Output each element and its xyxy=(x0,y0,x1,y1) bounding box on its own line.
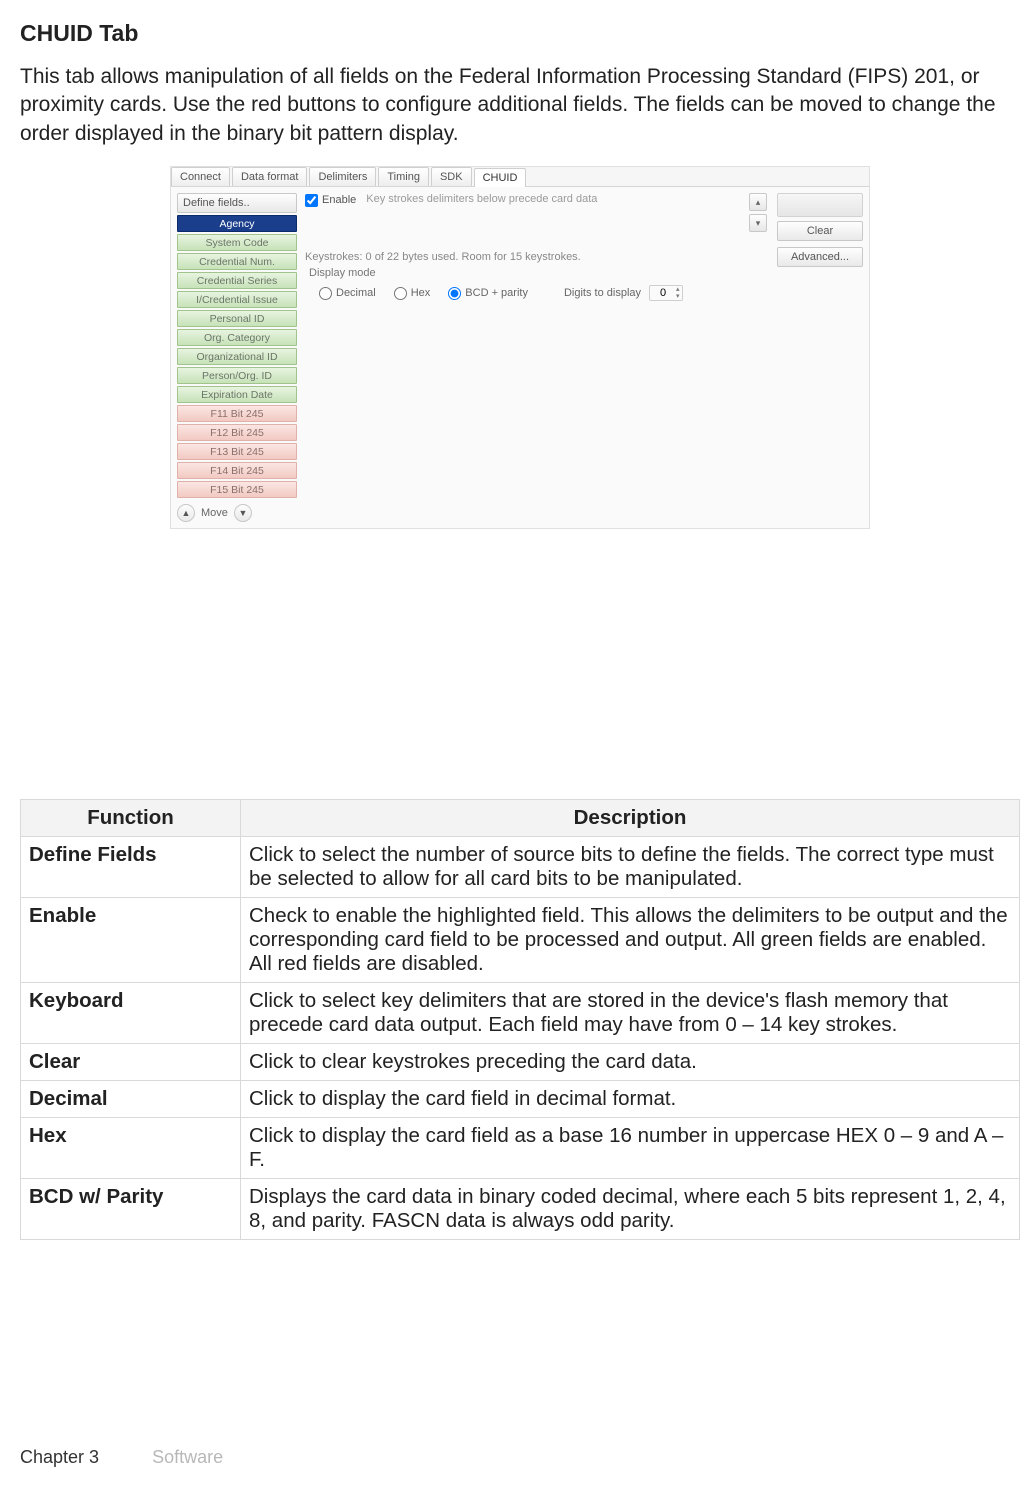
tab-chuid[interactable]: CHUID xyxy=(474,168,527,187)
th-description: Description xyxy=(241,800,1020,837)
field-person-org-id[interactable]: Person/Org. ID xyxy=(177,367,297,384)
cell-desc: Click to clear keystrokes preceding the … xyxy=(241,1044,1020,1081)
cell-desc: Click to select key delimiters that are … xyxy=(241,983,1020,1044)
tab-connect[interactable]: Connect xyxy=(171,167,230,186)
cell-desc: Click to select the number of source bit… xyxy=(241,837,1020,898)
radio-bcd[interactable]: BCD + parity xyxy=(448,287,528,300)
chevron-up-icon: ▲ xyxy=(182,508,191,518)
chevron-up-icon: ▴ xyxy=(756,197,761,208)
clear-button[interactable]: Clear xyxy=(777,221,863,241)
table-row: Define FieldsClick to select the number … xyxy=(21,837,1020,898)
cell-func: Clear xyxy=(21,1044,241,1081)
field-credential-series[interactable]: Credential Series xyxy=(177,272,297,289)
keystrokes-info: Keystrokes: 0 of 22 bytes used. Room for… xyxy=(305,251,767,263)
intro-paragraph: This tab allows manipulation of all fiel… xyxy=(20,63,1020,148)
chevron-down-icon: ▾ xyxy=(756,218,761,229)
field-org-category[interactable]: Org. Category xyxy=(177,329,297,346)
move-label: Move xyxy=(201,507,228,519)
hint-text: Key strokes delimiters below precede car… xyxy=(366,193,739,205)
field-list: Define fields.. Agency System Code Crede… xyxy=(177,193,297,522)
field-credential-num[interactable]: Credential Num. xyxy=(177,253,297,270)
cell-func: Define Fields xyxy=(21,837,241,898)
enable-checkbox[interactable] xyxy=(305,194,318,207)
advanced-button[interactable]: Advanced... xyxy=(777,247,863,267)
display-mode-radios: Decimal Hex BCD + parity Digits to displ… xyxy=(319,285,767,301)
enable-label-text: Enable xyxy=(322,194,356,206)
cell-func: Keyboard xyxy=(21,983,241,1044)
field-system-code[interactable]: System Code xyxy=(177,234,297,251)
radio-hex[interactable]: Hex xyxy=(394,287,431,300)
th-function: Function xyxy=(21,800,241,837)
spinner-up-icon[interactable]: ▴ xyxy=(676,286,680,293)
field-agency[interactable]: Agency xyxy=(177,215,297,232)
chuid-screenshot-panel: Connect Data format Delimiters Timing SD… xyxy=(170,166,870,529)
page-title: CHUID Tab xyxy=(20,20,1020,47)
field-expiration-date[interactable]: Expiration Date xyxy=(177,386,297,403)
cell-func: Decimal xyxy=(21,1081,241,1118)
field-f11[interactable]: F11 Bit 245 xyxy=(177,405,297,422)
field-f12[interactable]: F12 Bit 245 xyxy=(177,424,297,441)
digits-label: Digits to display xyxy=(564,287,641,299)
define-fields-button[interactable]: Define fields.. xyxy=(177,193,297,213)
field-credential-issue[interactable]: I/Credential Issue xyxy=(177,291,297,308)
tab-data-format[interactable]: Data format xyxy=(232,167,307,186)
cell-desc: Click to display the card field as a bas… xyxy=(241,1118,1020,1179)
footer-chapter: Chapter 3 xyxy=(20,1447,99,1467)
cell-func: Enable xyxy=(21,898,241,983)
table-row: EnableCheck to enable the highlighted fi… xyxy=(21,898,1020,983)
field-f14[interactable]: F14 Bit 245 xyxy=(177,462,297,479)
table-row: ClearClick to clear keystrokes preceding… xyxy=(21,1044,1020,1081)
move-down-button[interactable]: ▼ xyxy=(234,504,252,522)
cell-func: BCD w/ Parity xyxy=(21,1179,241,1240)
field-f13[interactable]: F13 Bit 245 xyxy=(177,443,297,460)
function-table: Function Description Define FieldsClick … xyxy=(20,799,1020,1240)
cell-desc: Check to enable the highlighted field. T… xyxy=(241,898,1020,983)
table-row: HexClick to display the card field as a … xyxy=(21,1118,1020,1179)
move-up-button[interactable]: ▲ xyxy=(177,504,195,522)
display-mode-label: Display mode xyxy=(309,267,767,279)
move-controls: ▲ Move ▼ xyxy=(177,504,297,522)
radio-decimal[interactable]: Decimal xyxy=(319,287,376,300)
spinner-down-icon[interactable]: ▾ xyxy=(676,293,680,300)
footer-section: Software xyxy=(152,1447,223,1467)
tab-timing[interactable]: Timing xyxy=(378,167,429,186)
field-personal-id[interactable]: Personal ID xyxy=(177,310,297,327)
table-row: DecimalClick to display the card field i… xyxy=(21,1081,1020,1118)
digits-spinner[interactable]: ▴▾ xyxy=(649,285,683,301)
cell-func: Hex xyxy=(21,1118,241,1179)
tab-sdk[interactable]: SDK xyxy=(431,167,472,186)
table-row: BCD w/ ParityDisplays the card data in b… xyxy=(21,1179,1020,1240)
radio-decimal-label: Decimal xyxy=(336,287,376,299)
cell-desc: Displays the card data in binary coded d… xyxy=(241,1179,1020,1240)
digits-input[interactable] xyxy=(652,287,674,299)
cell-desc: Click to display the card field in decim… xyxy=(241,1081,1020,1118)
scroll-up-button[interactable]: ▴ xyxy=(749,193,767,211)
enable-checkbox-label[interactable]: Enable xyxy=(305,193,356,207)
scroll-down-button[interactable]: ▾ xyxy=(749,214,767,232)
radio-bcd-label: BCD + parity xyxy=(465,287,528,299)
keyboard-placeholder xyxy=(777,193,863,217)
tab-strip: Connect Data format Delimiters Timing SD… xyxy=(171,167,869,187)
table-row: KeyboardClick to select key delimiters t… xyxy=(21,983,1020,1044)
radio-hex-label: Hex xyxy=(411,287,431,299)
field-organizational-id[interactable]: Organizational ID xyxy=(177,348,297,365)
field-f15[interactable]: F15 Bit 245 xyxy=(177,481,297,498)
tab-delimiters[interactable]: Delimiters xyxy=(309,167,376,186)
page-footer: Chapter 3 Software xyxy=(20,1447,223,1468)
chevron-down-icon: ▼ xyxy=(238,508,247,518)
